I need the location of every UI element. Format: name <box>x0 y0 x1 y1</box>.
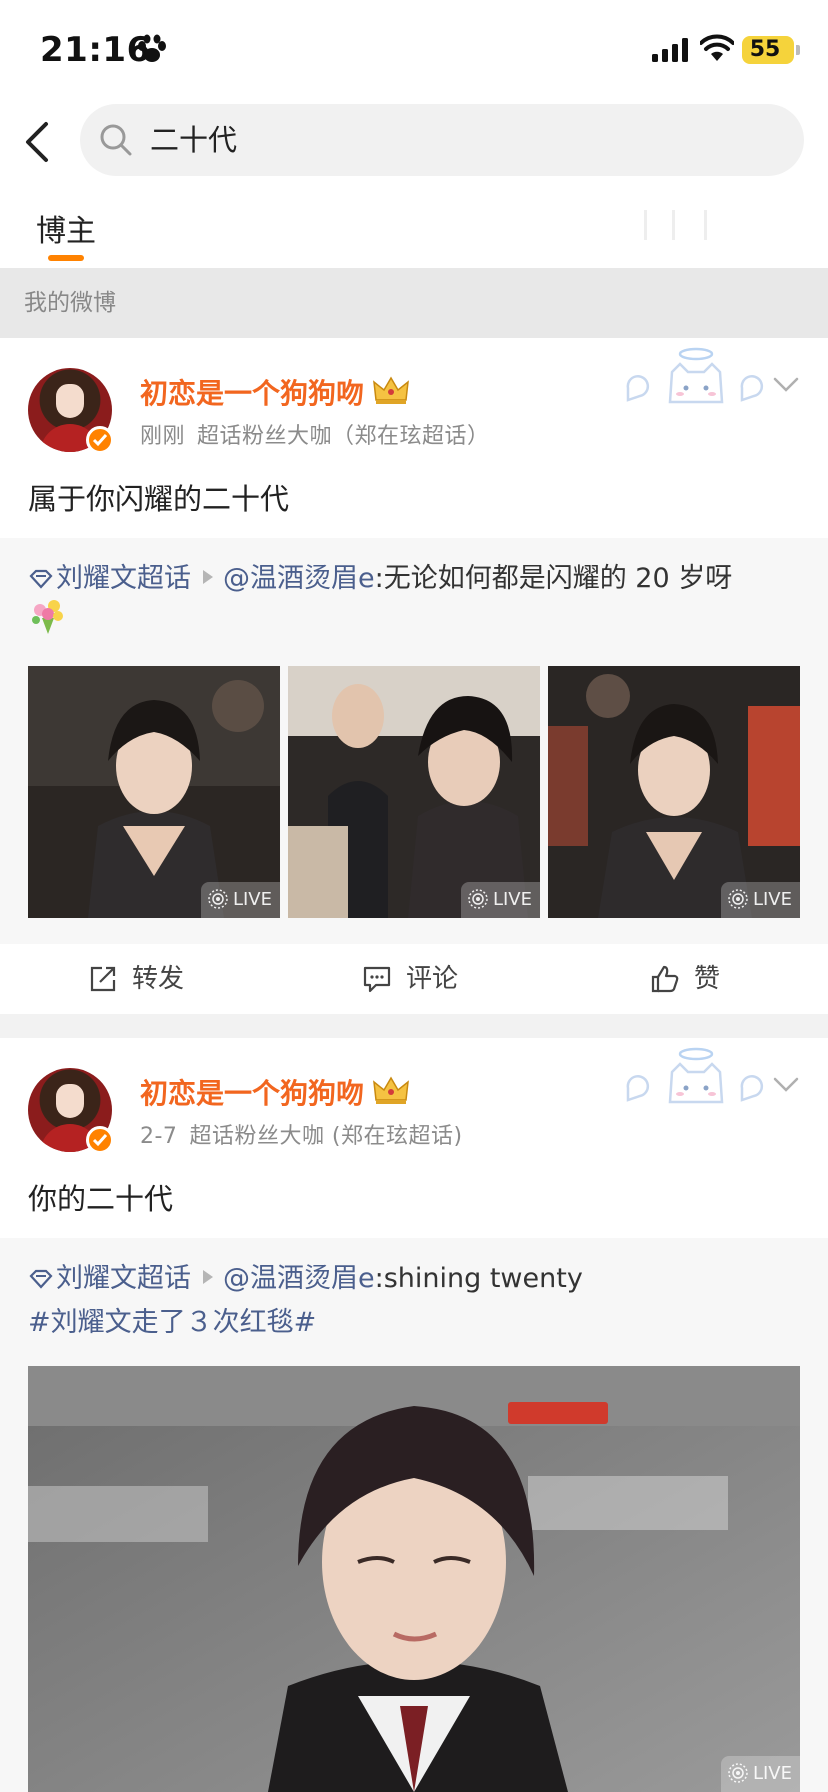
photo-large[interactable]: LIVE <box>28 1366 800 1792</box>
wifi-icon <box>700 34 734 61</box>
bouquet-icon <box>32 600 63 634</box>
search-icon <box>100 124 132 156</box>
signal-icon <box>652 38 688 62</box>
cat-sticker-icon <box>626 1047 764 1104</box>
triangle-right-icon <box>203 570 213 584</box>
live-photo-icon <box>728 889 748 909</box>
live-photo-icon <box>208 889 228 909</box>
repost-topic-link[interactable]: 刘耀文超话 <box>56 1263 191 1294</box>
section-title: 我的微博 <box>24 290 116 316</box>
chevron-down-icon[interactable] <box>772 1076 800 1094</box>
post-time: 2-7 <box>140 1124 178 1149</box>
paw-icon <box>138 34 166 62</box>
live-badge: LIVE <box>720 1756 800 1792</box>
repost-box[interactable]: 刘耀文超话 @温酒烫眉e:无论如何都是闪耀的 20 岁呀 LIVE LIVE L… <box>0 538 828 944</box>
search-query: 二十代 <box>150 123 238 157</box>
status-time: 21:16 <box>40 30 151 70</box>
repost-header: 刘耀文超话 @温酒烫眉e:shining twenty <box>28 1256 583 1295</box>
comment-label: 评论 <box>406 964 459 994</box>
tab-bloggers[interactable]: 博主 <box>36 206 96 250</box>
post-meta: 刚刚 超话粉丝大咖（郑在玹超话） <box>140 418 490 450</box>
photo-thumbnail[interactable]: LIVE <box>548 666 800 918</box>
repost-icon <box>90 966 116 992</box>
repost-topic-link[interactable]: 刘耀文超话 <box>56 563 191 594</box>
live-badge: LIVE <box>200 882 280 918</box>
battery-icon: 55 <box>742 36 794 64</box>
tab-placeholder <box>644 210 708 240</box>
username[interactable]: 初恋是一个狗狗吻 <box>140 1072 364 1112</box>
like-label: 赞 <box>694 964 721 994</box>
search-input[interactable]: 二十代 <box>80 104 804 176</box>
status-bar: 21:16 55 <box>0 0 828 100</box>
photo-thumbnail[interactable]: LIVE <box>288 666 540 918</box>
repost-author-link[interactable]: @温酒烫眉e <box>223 1263 375 1294</box>
post-text: 属于你闪耀的二十代 <box>28 482 290 516</box>
photo-thumbnail[interactable]: LIVE <box>28 666 280 918</box>
action-bar: 转发 评论 赞 <box>0 944 828 1014</box>
verified-badge <box>86 426 114 454</box>
live-badge: LIVE <box>720 882 800 918</box>
back-arrow-icon[interactable] <box>18 118 58 166</box>
thumbs-up-icon <box>651 965 679 993</box>
tab-bar: 博主 <box>0 190 828 266</box>
live-photo-icon <box>468 889 488 909</box>
live-photo-icon <box>728 1763 748 1783</box>
repost-box[interactable]: 刘耀文超话 @温酒烫眉e:shining twenty #刘耀文走了３次红毯# <box>0 1238 828 1792</box>
super-topic-icon <box>29 569 53 589</box>
battery-cap <box>796 45 800 55</box>
cat-sticker-icon <box>626 347 764 404</box>
section-header: 我的微博 <box>0 268 828 338</box>
post-time: 刚刚 <box>140 424 186 449</box>
post-divider <box>0 1014 828 1038</box>
crown-icon <box>373 1076 409 1104</box>
live-label: LIVE <box>752 1763 792 1784</box>
triangle-right-icon <box>203 1270 213 1284</box>
verified-badge <box>86 1126 114 1154</box>
live-label: LIVE <box>232 889 272 910</box>
repost-header: 刘耀文超话 @温酒烫眉e:无论如何都是闪耀的 20 岁呀 <box>28 556 732 595</box>
crown-icon <box>373 376 409 404</box>
fan-badge-text: 超话粉丝大咖（郑在玹超话） <box>197 424 490 449</box>
live-label: LIVE <box>492 889 532 910</box>
hashtag-link[interactable]: #刘耀文走了３次红毯# <box>28 1300 316 1339</box>
tab-active-indicator <box>48 255 84 261</box>
comment-icon <box>363 966 391 993</box>
post-meta: 2-7 超话粉丝大咖 (郑在玹超话) <box>140 1118 463 1150</box>
repost-body: :无论如何都是闪耀的 20 岁呀 <box>374 563 733 594</box>
repost-body: :shining twenty <box>374 1263 583 1294</box>
chevron-down-icon[interactable] <box>772 376 800 394</box>
username[interactable]: 初恋是一个狗狗吻 <box>140 372 364 412</box>
post-card[interactable]: 初恋是一个狗狗吻 刚刚 超话粉丝大咖（郑在玹超话） 属于你闪耀的二十代 刘耀文超话… <box>0 338 828 1014</box>
live-label: LIVE <box>752 889 792 910</box>
post-text: 你的二十代 <box>28 1182 174 1216</box>
battery-level: 55 <box>749 37 781 62</box>
post-card[interactable]: 初恋是一个狗狗吻 2-7 超话粉丝大咖 (郑在玹超话) 你的二十代 刘耀文超话 @温… <box>0 1038 828 1792</box>
fan-badge-text: 超话粉丝大咖 (郑在玹超话) <box>189 1124 463 1149</box>
repost-author-link[interactable]: @温酒烫眉e <box>223 563 375 594</box>
repost-label: 转发 <box>132 964 185 994</box>
super-topic-icon <box>29 1269 53 1289</box>
live-badge: LIVE <box>460 882 540 918</box>
